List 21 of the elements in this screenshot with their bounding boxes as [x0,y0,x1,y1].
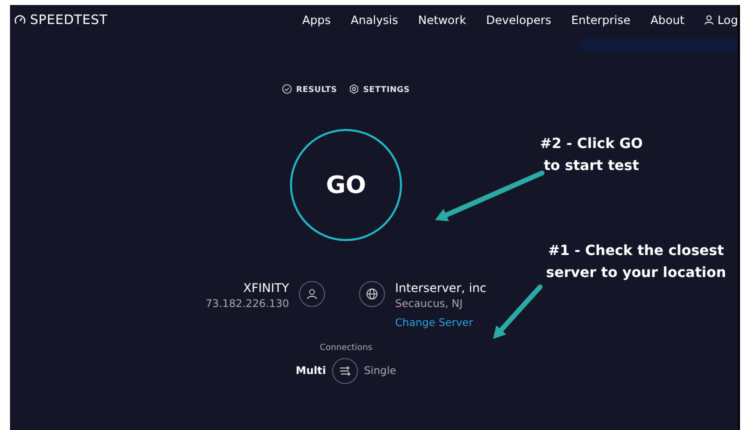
nav-link[interactable]: About [650,13,684,27]
provider-name: XFINITY [243,281,290,295]
nav-link[interactable]: Apps [302,13,331,27]
annotation-text: #1 - Check the closest server to your location [546,242,726,283]
change-server-link[interactable]: Change Server [395,317,474,329]
connection-option[interactable]: Single [364,365,396,377]
server-location: Secaucus, NJ [395,298,463,310]
nav-link[interactable]: Network [418,13,466,27]
login-link[interactable]: Log [704,13,738,27]
nav-link[interactable]: Analysis [350,13,398,27]
go-button[interactable]: GO [290,129,402,241]
nav-link[interactable]: Developers [486,13,552,27]
connection-option[interactable]: Multi [296,365,326,377]
nav-link[interactable]: Enterprise [571,13,630,27]
tab-link[interactable]: SETTINGS [349,84,410,94]
connections-label: Connections [320,343,372,353]
logo-text: SPEEDTEST [30,12,108,28]
tab-link[interactable]: RESULTS [282,84,338,94]
ip-address: 73.182.226.130 [206,298,290,310]
server-name: Interserver, inc [395,281,486,295]
annotation-text: #2 - Click GO to start test [540,135,643,176]
